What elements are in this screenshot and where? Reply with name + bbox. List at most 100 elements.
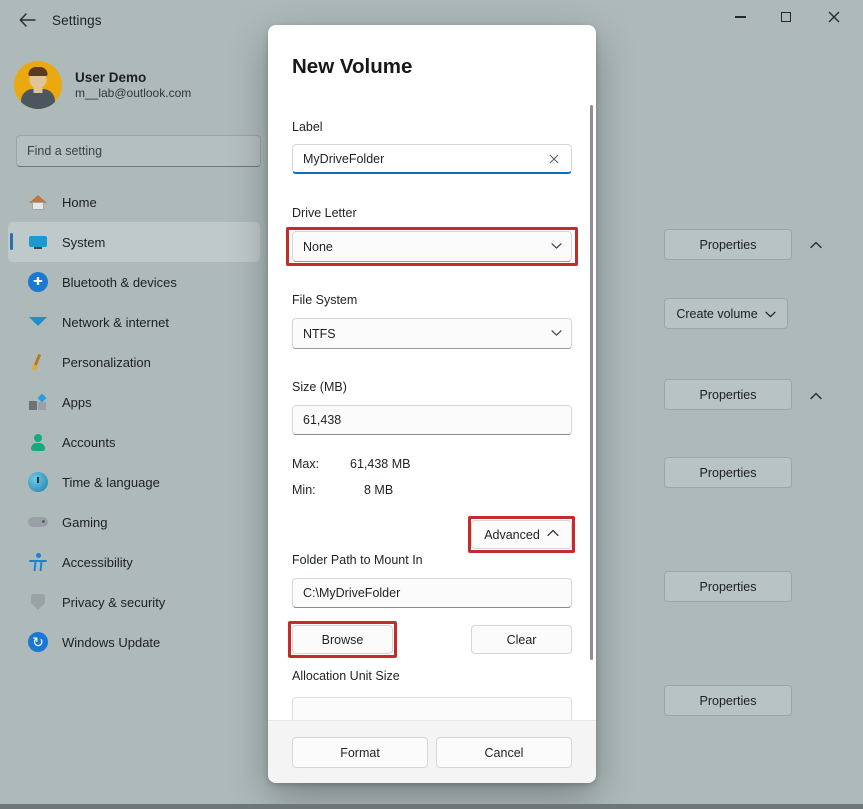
dialog-footer: Format Cancel: [268, 720, 596, 783]
system-monitor-icon: [28, 232, 48, 252]
allocation-unit-size-select[interactable]: [292, 697, 572, 720]
sidebar-item-accounts[interactable]: Accounts: [8, 422, 260, 462]
size-value: 61,438: [303, 413, 341, 427]
sidebar-nav: Home System Bluetooth & devices Network …: [8, 182, 260, 662]
format-button[interactable]: Format: [292, 737, 428, 768]
avatar: [14, 61, 62, 109]
properties-button[interactable]: Properties: [664, 379, 792, 410]
file-system-select[interactable]: NTFS: [292, 318, 572, 349]
browse-button[interactable]: Browse: [292, 625, 393, 654]
minimize-button[interactable]: [717, 0, 763, 34]
close-icon: [828, 11, 840, 23]
sidebar-item-personalization[interactable]: Personalization: [8, 342, 260, 382]
sidebar-item-label: Apps: [62, 395, 92, 410]
folder-path-input[interactable]: C:\MyDriveFolder: [292, 578, 572, 608]
sidebar-item-label: Accessibility: [62, 555, 133, 570]
search-placeholder: Find a setting: [27, 144, 102, 158]
file-system-caption: File System: [292, 293, 357, 307]
sidebar-item-label: Windows Update: [62, 635, 160, 650]
advanced-label: Advanced: [484, 528, 540, 542]
label-field-caption: Label: [292, 120, 323, 134]
sidebar-item-gaming[interactable]: Gaming: [8, 502, 260, 542]
chevron-down-icon: [551, 241, 562, 252]
bluetooth-icon: [28, 272, 48, 292]
dialog-title: New Volume: [292, 55, 412, 79]
cancel-button[interactable]: Cancel: [436, 737, 572, 768]
update-refresh-icon: [28, 632, 48, 652]
drive-letter-caption: Drive Letter: [292, 206, 357, 220]
dialog-scrollbar-thumb[interactable]: [590, 105, 593, 660]
chevron-down-icon: [765, 307, 776, 321]
sidebar-item-label: Time & language: [62, 475, 160, 490]
accessibility-person-icon: [28, 552, 48, 572]
sidebar-item-label: Home: [62, 195, 97, 210]
app-title: Settings: [52, 13, 102, 28]
volume-label-value: MyDriveFolder: [303, 152, 384, 166]
paintbrush-icon: [28, 352, 48, 372]
volume-label-input[interactable]: MyDriveFolder: [292, 144, 572, 174]
home-icon: [28, 192, 48, 212]
apps-icon: [28, 392, 48, 412]
chevron-up-icon[interactable]: [805, 234, 827, 256]
sidebar-item-apps[interactable]: Apps: [8, 382, 260, 422]
sidebar-item-windows-update[interactable]: Windows Update: [8, 622, 260, 662]
properties-button[interactable]: Properties: [664, 457, 792, 488]
min-label: Min:: [292, 483, 316, 497]
dialog-scroll-area: New Volume Label MyDriveFolder Drive Let…: [268, 25, 596, 720]
drive-letter-value: None: [303, 240, 333, 254]
account-block[interactable]: User Demo m__lab@outlook.com: [14, 54, 254, 116]
sidebar-item-bluetooth-devices[interactable]: Bluetooth & devices: [8, 262, 260, 302]
shield-icon: [28, 592, 48, 612]
clock-globe-icon: [28, 472, 48, 492]
chevron-down-icon: [551, 328, 562, 339]
sidebar-item-label: Bluetooth & devices: [62, 275, 177, 290]
maximize-button[interactable]: [763, 0, 809, 34]
sidebar-item-accessibility[interactable]: Accessibility: [8, 542, 260, 582]
dialog-scrollbar[interactable]: [590, 105, 594, 685]
sidebar: User Demo m__lab@outlook.com Find a sett…: [0, 40, 268, 809]
size-caption: Size (MB): [292, 380, 347, 394]
account-name: User Demo: [75, 70, 191, 85]
properties-button[interactable]: Properties: [664, 229, 792, 260]
person-icon: [28, 432, 48, 452]
sidebar-item-network-internet[interactable]: Network & internet: [8, 302, 260, 342]
advanced-toggle-button[interactable]: Advanced: [471, 520, 572, 549]
sidebar-item-time-language[interactable]: Time & language: [8, 462, 260, 502]
min-value: 8 MB: [364, 483, 393, 497]
sidebar-item-privacy-security[interactable]: Privacy & security: [8, 582, 260, 622]
create-volume-button[interactable]: Create volume: [664, 298, 788, 329]
properties-button[interactable]: Properties: [664, 685, 792, 716]
max-label: Max:: [292, 457, 319, 471]
sidebar-item-label: Network & internet: [62, 315, 169, 330]
clear-button[interactable]: Clear: [471, 625, 572, 654]
sidebar-item-system[interactable]: System: [8, 222, 260, 262]
sidebar-item-home[interactable]: Home: [8, 182, 260, 222]
chevron-up-icon[interactable]: [805, 385, 827, 407]
chevron-up-icon: [547, 529, 559, 540]
sidebar-item-label: Gaming: [62, 515, 108, 530]
clear-x-icon[interactable]: [545, 150, 563, 168]
account-email: m__lab@outlook.com: [75, 86, 191, 100]
close-button[interactable]: [811, 0, 857, 34]
max-value: 61,438 MB: [350, 457, 410, 471]
maximize-icon: [781, 12, 791, 22]
sidebar-item-label: Privacy & security: [62, 595, 165, 610]
size-input[interactable]: 61,438: [292, 405, 572, 435]
drive-letter-select[interactable]: None: [292, 231, 572, 262]
create-volume-label: Create volume: [676, 307, 757, 321]
back-button[interactable]: [12, 6, 42, 34]
new-volume-dialog: New Volume Label MyDriveFolder Drive Let…: [268, 25, 596, 783]
search-input[interactable]: Find a setting: [16, 135, 261, 167]
properties-button[interactable]: Properties: [664, 571, 792, 602]
wifi-icon: [28, 312, 48, 332]
sidebar-item-label: Accounts: [62, 435, 115, 450]
folder-path-caption: Folder Path to Mount In: [292, 553, 423, 567]
folder-path-value: C:\MyDriveFolder: [303, 586, 400, 600]
sidebar-item-label: System: [62, 235, 105, 250]
sidebar-item-label: Personalization: [62, 355, 151, 370]
file-system-value: NTFS: [303, 327, 336, 341]
allocation-unit-size-caption: Allocation Unit Size: [292, 669, 400, 683]
gamepad-icon: [28, 512, 48, 532]
minimize-icon: [735, 16, 746, 18]
taskbar-strip: [0, 804, 863, 809]
